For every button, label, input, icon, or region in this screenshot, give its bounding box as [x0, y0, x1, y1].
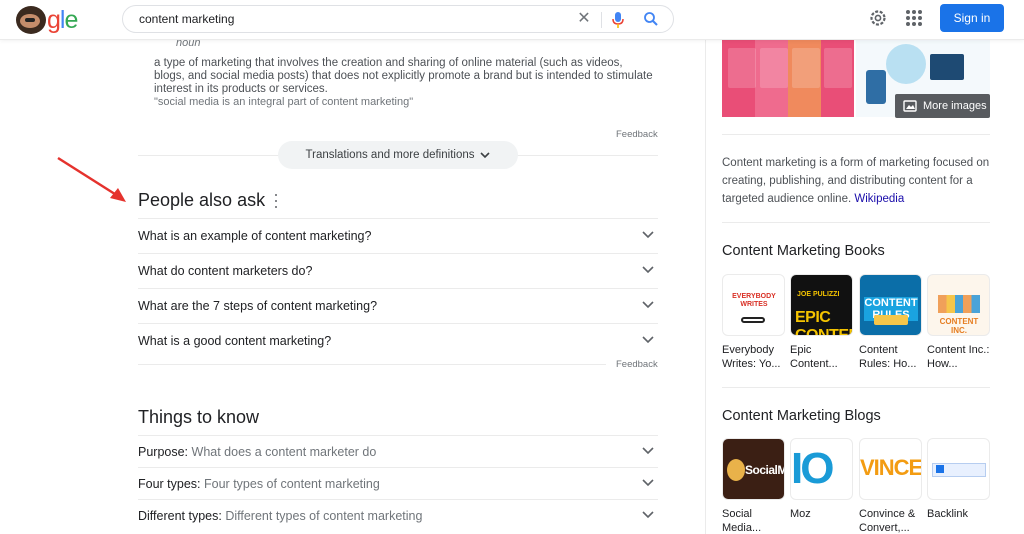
- paa-question-row[interactable]: What is an example of content marketing?: [138, 218, 658, 253]
- paa-feedback-link[interactable]: Feedback: [616, 359, 658, 370]
- book-cover-graphic: [874, 315, 908, 325]
- mascot-icon: [727, 459, 745, 481]
- definition-feedback-link[interactable]: Feedback: [616, 129, 658, 140]
- red-arrow-annotation: [57, 156, 126, 202]
- paa-question: What is an example of content marketing?: [138, 229, 372, 243]
- blog-logo[interactable]: IO: [790, 438, 853, 500]
- doodle-avatar: [16, 6, 46, 34]
- blogs-title: Content Marketing Blogs: [722, 408, 881, 424]
- blog-caption[interactable]: Social Media...: [722, 507, 785, 534]
- book-cover-text: EPIC CONTENT: [795, 309, 852, 336]
- chevron-down-icon: [480, 151, 491, 158]
- microphone-icon[interactable]: [611, 11, 625, 29]
- chevron-down-icon: [642, 231, 654, 239]
- more-images-label: More images: [923, 100, 987, 112]
- more-options-icon[interactable]: [270, 194, 282, 208]
- book-cover-graphic: [938, 295, 980, 313]
- panel-description: Content marketing is a form of marketing…: [722, 154, 992, 208]
- book-cover-author: JOE PULIZZI: [797, 291, 840, 298]
- paa-question-row[interactable]: What is a good content marketing?: [138, 323, 658, 358]
- apps-grid-icon[interactable]: [906, 10, 922, 26]
- blog-logo-text: SocialM: [745, 463, 785, 477]
- search-divider: [601, 12, 602, 28]
- translations-button[interactable]: Translations and more definitions: [278, 141, 518, 169]
- translations-label: Translations and more definitions: [305, 149, 475, 161]
- chevron-down-icon: [642, 479, 654, 487]
- chevron-down-icon: [642, 511, 654, 519]
- panel-divider: [722, 134, 990, 135]
- definition-text: a type of marketing that involves the cr…: [154, 57, 653, 95]
- things-to-know-row[interactable]: Different types: Different types of cont…: [138, 499, 658, 531]
- chevron-down-icon: [642, 447, 654, 455]
- infographic-thumbnail[interactable]: [722, 40, 854, 117]
- search-box[interactable]: content marketing ✕: [122, 5, 674, 33]
- chevron-down-icon: [642, 301, 654, 309]
- search-input[interactable]: content marketing: [139, 12, 234, 26]
- top-header: gle content marketing ✕ Sign in: [0, 0, 1024, 40]
- blog-caption[interactable]: Moz: [790, 507, 853, 521]
- books-title: Content Marketing Books: [722, 243, 885, 259]
- gear-icon[interactable]: [868, 8, 888, 28]
- things-to-know-item: Different types: Different types of cont…: [138, 509, 422, 523]
- blog-caption[interactable]: Backlink: [927, 507, 990, 521]
- item-label: Four types:: [138, 477, 201, 491]
- image-icon: [903, 100, 917, 112]
- column-divider: [705, 40, 706, 534]
- google-logo[interactable]: gle: [16, 6, 88, 34]
- panel-divider: [722, 387, 990, 388]
- paa-question: What are the 7 steps of content marketin…: [138, 299, 378, 313]
- paa-question: What do content marketers do?: [138, 264, 313, 278]
- blog-logo-text: IO: [791, 444, 834, 493]
- people-also-ask-title: People also ask: [138, 190, 266, 210]
- blog-caption[interactable]: Convince & Convert,...: [859, 507, 922, 534]
- sign-in-button[interactable]: Sign in: [940, 4, 1004, 32]
- things-to-know-title: Things to know: [138, 407, 260, 427]
- paa-divider: [138, 364, 606, 365]
- things-to-know-row[interactable]: Four types: Four types of content market…: [138, 467, 658, 499]
- item-value: Four types of content marketing: [204, 477, 380, 491]
- item-label: Purpose:: [138, 445, 189, 459]
- blog-logo[interactable]: [927, 438, 990, 500]
- book-cover-text: CONTENT INC.: [939, 317, 979, 335]
- item-value: What does a content marketer do: [191, 445, 377, 459]
- book-cover[interactable]: CONTENT RULES: [859, 274, 922, 336]
- clear-search-icon[interactable]: ✕: [575, 10, 593, 28]
- blog-logo-text: VINCE: [860, 455, 922, 480]
- things-to-know-item: Purpose: What does a content marketer do: [138, 445, 376, 459]
- blog-logo[interactable]: SocialM: [722, 438, 785, 500]
- chevron-down-icon: [642, 336, 654, 344]
- definition-example: "social media is an integral part of con…: [154, 96, 414, 108]
- book-cover[interactable]: EVERYBODY WRITES: [722, 274, 785, 336]
- chevron-down-icon: [642, 266, 654, 274]
- panel-divider: [722, 222, 990, 223]
- paa-question-row[interactable]: What do content marketers do?: [138, 253, 658, 288]
- book-caption[interactable]: Content Inc.: How...: [927, 343, 990, 371]
- glasses-icon: [741, 317, 765, 323]
- search-icon[interactable]: [643, 11, 659, 27]
- book-cover[interactable]: CONTENT INC.: [927, 274, 990, 336]
- things-to-know-item: Four types: Four types of content market…: [138, 477, 380, 491]
- book-caption[interactable]: Everybody Writes: Yo...: [722, 343, 785, 371]
- more-images-button[interactable]: More images: [895, 94, 990, 118]
- item-label: Different types:: [138, 509, 222, 523]
- paa-question: What is a good content marketing?: [138, 334, 332, 348]
- paa-question-row[interactable]: What are the 7 steps of content marketin…: [138, 288, 658, 323]
- book-caption[interactable]: Content Rules: Ho...: [859, 343, 922, 371]
- things-to-know-row[interactable]: Purpose: What does a content marketer do: [138, 435, 658, 467]
- wikipedia-link[interactable]: Wikipedia: [854, 193, 904, 205]
- book-caption[interactable]: Epic Content...: [790, 343, 853, 371]
- item-value: Different types of content marketing: [225, 509, 423, 523]
- blog-logo-mark: [936, 465, 944, 473]
- book-cover-text: EVERYBODY WRITES: [732, 293, 776, 308]
- book-cover[interactable]: JOE PULIZZI EPIC CONTENT: [790, 274, 853, 336]
- blog-logo[interactable]: VINCE: [859, 438, 922, 500]
